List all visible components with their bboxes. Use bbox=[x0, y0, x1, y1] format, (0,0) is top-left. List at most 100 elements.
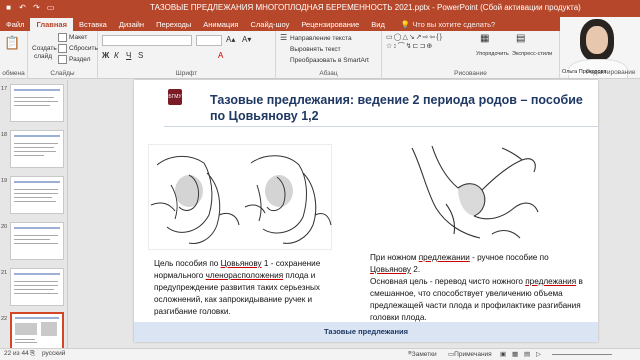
maneuver-drawing-left bbox=[150, 155, 332, 244]
title-bar: ■ ↶ ↷ ▭ ТАЗОВЫЕ ПРЕДЛЕЖАНИЯ МНОГОПЛОДНАЯ… bbox=[0, 0, 640, 17]
tab-design[interactable]: Дизайн bbox=[113, 18, 150, 31]
shrink-font-icon[interactable]: A▾ bbox=[242, 35, 251, 44]
font-color-icon[interactable]: A bbox=[218, 51, 223, 60]
thumb-number: 21 bbox=[1, 270, 8, 276]
quick-access-toolbar: ■ ↶ ↷ ▭ bbox=[4, 2, 55, 13]
slide-thumbnail[interactable] bbox=[10, 130, 64, 168]
thumb-image bbox=[15, 323, 37, 335]
text-direction-button[interactable]: Направление текста bbox=[290, 35, 352, 42]
quick-styles-button[interactable]: Экспресс-стили bbox=[512, 51, 556, 58]
arrange-button[interactable]: Упорядочить bbox=[476, 51, 510, 58]
bold-icon[interactable]: Ж bbox=[102, 51, 109, 60]
thumb-text-line bbox=[14, 97, 54, 98]
slide-thumbnail[interactable] bbox=[10, 176, 64, 214]
clipboard-group-label: обмена bbox=[2, 70, 25, 77]
thumb-image bbox=[41, 322, 57, 336]
language-indicator[interactable]: русский bbox=[42, 350, 65, 357]
font-family-select[interactable] bbox=[102, 35, 192, 46]
spellcheck-icon[interactable]: ⎘ bbox=[30, 350, 35, 358]
reset-button[interactable]: Сбросить bbox=[58, 44, 98, 53]
shadow-icon[interactable]: S bbox=[138, 51, 143, 60]
text-run: При ножном bbox=[370, 253, 419, 262]
comments-button[interactable]: ▭ Примечания bbox=[448, 350, 492, 358]
tab-slideshow[interactable]: Слайд-шоу bbox=[244, 18, 295, 31]
thumb-text-line bbox=[14, 101, 58, 102]
smartart-button[interactable]: Преобразовать в SmartArt bbox=[290, 57, 369, 64]
redo-icon[interactable]: ↷ bbox=[32, 2, 41, 13]
slide-thumbnail[interactable] bbox=[10, 222, 64, 260]
maneuver-illustration-right[interactable] bbox=[402, 138, 542, 248]
tab-view[interactable]: Вид bbox=[365, 18, 391, 31]
font-size-select[interactable] bbox=[196, 35, 222, 46]
tab-home[interactable]: Главная bbox=[30, 18, 73, 31]
present-icon[interactable]: ▭ bbox=[46, 2, 55, 13]
tell-me-box[interactable]: 💡 Что вы хотите сделать? bbox=[395, 18, 501, 31]
thumb-text-line bbox=[14, 239, 50, 240]
text-run: - ручное пособие по bbox=[469, 253, 549, 262]
thumb-text-line bbox=[15, 339, 35, 340]
sorter-view-icon[interactable]: ▦ bbox=[512, 350, 518, 358]
bullets-icon[interactable]: ☰ bbox=[280, 33, 287, 42]
slide-thumbnail-selected[interactable] bbox=[10, 312, 64, 348]
tab-insert[interactable]: Вставка bbox=[73, 18, 113, 31]
text-run: предлежания bbox=[525, 277, 577, 286]
thumb-text-line bbox=[14, 289, 54, 290]
reset-label: Сбросить bbox=[69, 45, 98, 53]
text-run: 2. bbox=[411, 265, 421, 274]
tab-review[interactable]: Рецензирование bbox=[295, 18, 365, 31]
thumb-number: 19 bbox=[1, 178, 8, 184]
underline-icon[interactable]: Ч bbox=[126, 51, 131, 60]
slideshow-view-icon[interactable]: ▷ bbox=[536, 350, 541, 358]
font-group: A▴ A▾ Ж К Ч S A Шрифт bbox=[98, 31, 276, 79]
thumb-number: 22 bbox=[1, 316, 8, 322]
thumb-text-line bbox=[14, 285, 58, 286]
thumb-text-line bbox=[14, 197, 52, 198]
slide-counter: 22 из 44 bbox=[4, 350, 29, 357]
maneuver-illustration-left[interactable] bbox=[148, 144, 332, 250]
notes-button[interactable]: ≡ Заметки bbox=[408, 350, 437, 358]
slide-thumbnail[interactable] bbox=[10, 84, 64, 122]
text-run: Основная цель - перевод чисто ножного bbox=[370, 277, 526, 286]
thumb-title-line bbox=[14, 181, 60, 183]
quick-styles-icon[interactable]: ▤ bbox=[516, 33, 525, 44]
ribbon: 📋 обмена Создать слайд Макет Сбросить Ра… bbox=[0, 31, 560, 79]
save-icon[interactable]: ■ bbox=[4, 2, 13, 13]
text-run: Цовьянову bbox=[370, 265, 411, 274]
window-title: ТАЗОВЫЕ ПРЕДЛЕЖАНИЯ МНОГОПЛОДНАЯ БЕРЕМЕН… bbox=[150, 3, 581, 12]
arrange-icon[interactable]: ▦ bbox=[480, 33, 489, 44]
section-button[interactable]: Раздел bbox=[58, 55, 90, 64]
text-run: Цовьянову bbox=[220, 259, 262, 268]
slides-pane: 17 18 19 20 21 22 bbox=[0, 80, 68, 348]
layout-button[interactable]: Макет bbox=[58, 33, 87, 42]
left-body-text[interactable]: Цель пособия по Цовьянову 1 - сохранение… bbox=[154, 258, 334, 318]
reading-view-icon[interactable]: ▤ bbox=[524, 350, 530, 358]
layout-icon bbox=[58, 33, 67, 42]
thumb-text-line bbox=[14, 143, 58, 144]
header-divider bbox=[164, 126, 598, 127]
zoom-slider[interactable] bbox=[552, 354, 612, 355]
presenter-face bbox=[586, 26, 608, 54]
normal-view-icon[interactable]: ▣ bbox=[500, 350, 506, 358]
tab-file[interactable]: Файл bbox=[0, 18, 30, 31]
thumb-number: 17 bbox=[1, 86, 8, 92]
paste-icon[interactable]: 📋 bbox=[4, 35, 20, 51]
thumb-text-line bbox=[14, 193, 58, 194]
thumb-text-line bbox=[14, 235, 58, 236]
ribbon-tabs: Файл Главная Вставка Дизайн Переходы Ани… bbox=[0, 17, 560, 31]
slide-title[interactable]: Тазовые предлежания: ведение 2 периода р… bbox=[210, 92, 590, 124]
slide-thumbnail[interactable] bbox=[10, 268, 64, 306]
thumb-text-line bbox=[14, 155, 44, 156]
status-bar: 22 из 44 ⎘ русский ≡ Заметки ▭ Примечани… bbox=[0, 348, 640, 360]
undo-icon[interactable]: ↶ bbox=[18, 2, 27, 13]
paragraph-group-label: Абзац bbox=[319, 70, 338, 77]
create-slide-button[interactable]: Создать слайд bbox=[32, 45, 57, 61]
right-body-text[interactable]: При ножном предлежании - ручное пособие … bbox=[370, 252, 584, 324]
shapes-gallery[interactable]: ▭◯△↘↗⇨⇦{}☆↕⌒↯⊏⊐⊕ bbox=[386, 33, 474, 61]
tab-animation[interactable]: Анимация bbox=[197, 18, 244, 31]
thumb-text-line bbox=[15, 342, 37, 343]
italic-icon[interactable]: К bbox=[114, 51, 119, 60]
grow-font-icon[interactable]: A▴ bbox=[226, 35, 235, 44]
tab-transitions[interactable]: Переходы bbox=[150, 18, 197, 31]
reset-icon bbox=[58, 44, 67, 53]
align-text-button[interactable]: Выровнять текст bbox=[290, 46, 341, 53]
